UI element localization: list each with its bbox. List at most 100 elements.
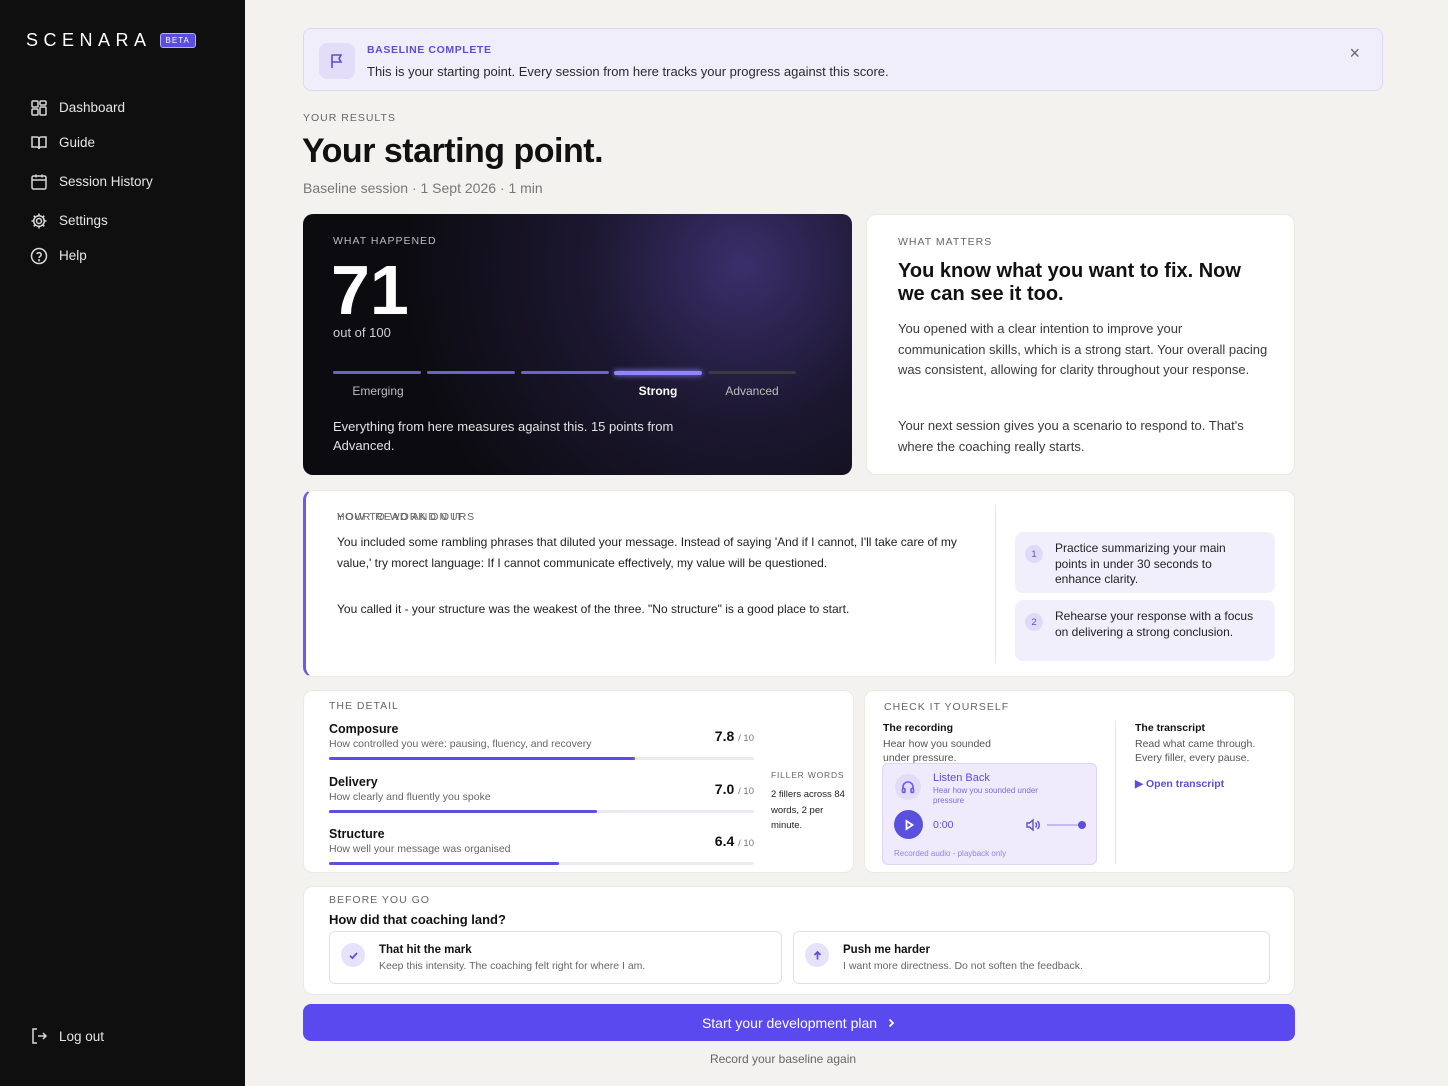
transcript-title: The transcript bbox=[1135, 722, 1206, 734]
play-button[interactable] bbox=[894, 810, 923, 839]
beta-badge: BETA bbox=[159, 33, 196, 48]
step-number: 2 bbox=[1025, 613, 1043, 631]
recording-title: The recording bbox=[883, 722, 954, 734]
score-value: 71 bbox=[331, 251, 409, 329]
metric-track bbox=[329, 862, 754, 865]
start-development-plan-button[interactable]: Start your development plan bbox=[303, 1004, 1295, 1041]
record-baseline-again-link[interactable]: Record your baseline again bbox=[303, 1052, 1263, 1066]
score-eyebrow: WHAT HAPPENED bbox=[333, 235, 437, 247]
sidebar-item-guide[interactable]: Guide bbox=[30, 131, 153, 154]
option-title: That hit the mark bbox=[379, 944, 472, 956]
detail-card: THE DETAIL Composure How controlled you … bbox=[303, 690, 854, 873]
metric-desc: How controlled you were: pausing, fluenc… bbox=[329, 738, 592, 750]
metric-fill bbox=[329, 810, 597, 813]
step-number: 1 bbox=[1025, 545, 1043, 563]
feedback-paragraph: You called it - your structure was the w… bbox=[337, 602, 850, 616]
metric-desc: How clearly and fluently you spoke bbox=[329, 791, 491, 803]
metric-score: 7.8 / 10 bbox=[715, 728, 754, 744]
step-text: Practice summarizing your main points in… bbox=[1055, 541, 1226, 586]
score-out-of: out of 100 bbox=[333, 325, 391, 340]
metric-desc: How well your message was organised bbox=[329, 843, 511, 855]
metric-track bbox=[329, 810, 754, 813]
close-icon[interactable]: × bbox=[1349, 43, 1360, 64]
sidebar-item-label: Help bbox=[59, 248, 87, 263]
player-note: Recorded audio - playback only bbox=[894, 849, 1007, 858]
metric-score-of: / 10 bbox=[738, 786, 754, 797]
open-transcript-link[interactable]: ▶ Open transcript bbox=[1135, 778, 1224, 790]
brand-name: SCENARA bbox=[26, 30, 152, 50]
level-label-strong: Strong bbox=[638, 384, 678, 398]
metric-score: 6.4 / 10 bbox=[715, 833, 754, 849]
divider bbox=[995, 505, 996, 663]
what-matters-card: WHAT MATTERS You know what you want to f… bbox=[866, 214, 1295, 475]
player-desc: Hear how you sounded under pressure bbox=[933, 786, 1038, 805]
flag-icon bbox=[319, 43, 355, 79]
feedback-paragraph: You included some rambling phrases that … bbox=[337, 535, 957, 570]
metric-name: Delivery bbox=[329, 775, 378, 789]
metric-score-of: / 10 bbox=[738, 733, 754, 744]
headphones-icon bbox=[895, 774, 921, 800]
results-eyebrow: YOUR RESULTS bbox=[303, 112, 396, 124]
check-it-yourself-card: CHECK IT YOURSELF The recording Hear how… bbox=[864, 690, 1295, 873]
matters-eyebrow: WHAT MATTERS bbox=[898, 236, 993, 248]
feedback-option-hit-mark[interactable]: That hit the mark Keep this intensity. T… bbox=[329, 931, 782, 984]
level-bar bbox=[427, 371, 515, 374]
cta-label: Start your development plan bbox=[701, 1014, 878, 1031]
metric-score: 7.0 / 10 bbox=[715, 781, 754, 797]
divider bbox=[1115, 721, 1116, 864]
work-step-2[interactable]: 2 Rehearse your response with a focus on… bbox=[1015, 600, 1275, 661]
check-eyebrow: CHECK IT YOURSELF bbox=[884, 701, 1010, 713]
option-desc: I want more directness. Do not soften th… bbox=[843, 960, 1083, 972]
audio-player: Listen Back Hear how you sounded under p… bbox=[882, 763, 1097, 865]
detail-eyebrow: THE DETAIL bbox=[329, 700, 399, 712]
metric-score-value: 7.0 bbox=[714, 781, 735, 797]
step-text: Rehearse your response with a focus on d… bbox=[1055, 609, 1254, 639]
sidebar-item-help[interactable]: Help bbox=[30, 244, 153, 267]
before-title: How did that coaching land? bbox=[329, 912, 506, 927]
sidebar-item-label: Session History bbox=[59, 174, 153, 189]
metric-composure: Composure How controlled you were: pausi… bbox=[329, 722, 754, 768]
sidebar-item-session-history[interactable]: Session History bbox=[30, 170, 153, 193]
before-you-go-card: BEFORE YOU GO How did that coaching land… bbox=[303, 886, 1295, 995]
metric-track bbox=[329, 757, 754, 760]
matters-title: You know what you want to fix. Now we ca… bbox=[898, 260, 1241, 305]
level-bar-current bbox=[614, 371, 702, 375]
score-level-bars bbox=[333, 371, 796, 375]
open-transcript-label: Open transcript bbox=[1146, 778, 1225, 790]
metric-fill bbox=[329, 757, 635, 760]
metric-score-value: 6.4 bbox=[714, 833, 735, 849]
page-title: Your starting point. bbox=[302, 132, 604, 170]
sidebar-nav: Dashboard Guide Session History Settings… bbox=[30, 96, 153, 267]
score-card: WHAT HAPPENED 71 out of 100 Emerging Str… bbox=[303, 214, 852, 475]
metric-fill bbox=[329, 862, 559, 865]
check-icon bbox=[341, 943, 365, 967]
banner-text: This is your starting point. Every sessi… bbox=[367, 64, 889, 79]
metric-name: Composure bbox=[329, 722, 399, 736]
help-icon bbox=[30, 247, 48, 264]
arrow-up-icon bbox=[805, 943, 829, 967]
play-icon bbox=[905, 818, 914, 831]
logout-button[interactable]: Log out bbox=[30, 1027, 104, 1045]
metric-score-value: 7.8 bbox=[714, 728, 735, 744]
dashboard-icon bbox=[31, 99, 47, 116]
player-title: Listen Back bbox=[933, 772, 990, 784]
metric-name: Structure bbox=[329, 827, 385, 841]
option-title: Push me harder bbox=[843, 944, 930, 956]
volume-icon[interactable] bbox=[1025, 818, 1040, 837]
sidebar-item-settings[interactable]: Settings bbox=[30, 209, 153, 232]
playback-time: 0:00 bbox=[933, 819, 954, 831]
sidebar-item-dashboard[interactable]: Dashboard bbox=[30, 96, 153, 119]
metric-delivery: Delivery How clearly and fluently you sp… bbox=[329, 775, 754, 821]
level-bar bbox=[521, 371, 609, 374]
matters-paragraph: Your next session gives you a scenario t… bbox=[898, 418, 1244, 454]
metric-structure: Structure How well your message was orga… bbox=[329, 827, 754, 873]
volume-slider[interactable] bbox=[1047, 821, 1086, 829]
logout-label: Log out bbox=[59, 1028, 105, 1044]
score-note: Everything from here measures against th… bbox=[333, 419, 674, 453]
filler-eyebrow: FILLER WORDS bbox=[771, 770, 845, 780]
feedback-option-push-harder[interactable]: Push me harder I want more directness. D… bbox=[793, 931, 1270, 984]
chevron-right-icon bbox=[888, 1018, 895, 1027]
brand-logo[interactable]: SCENARA BETA bbox=[26, 30, 196, 51]
work-step-1[interactable]: 1 Practice summarizing your main points … bbox=[1015, 532, 1275, 593]
volume-slider-knob[interactable] bbox=[1078, 821, 1086, 829]
